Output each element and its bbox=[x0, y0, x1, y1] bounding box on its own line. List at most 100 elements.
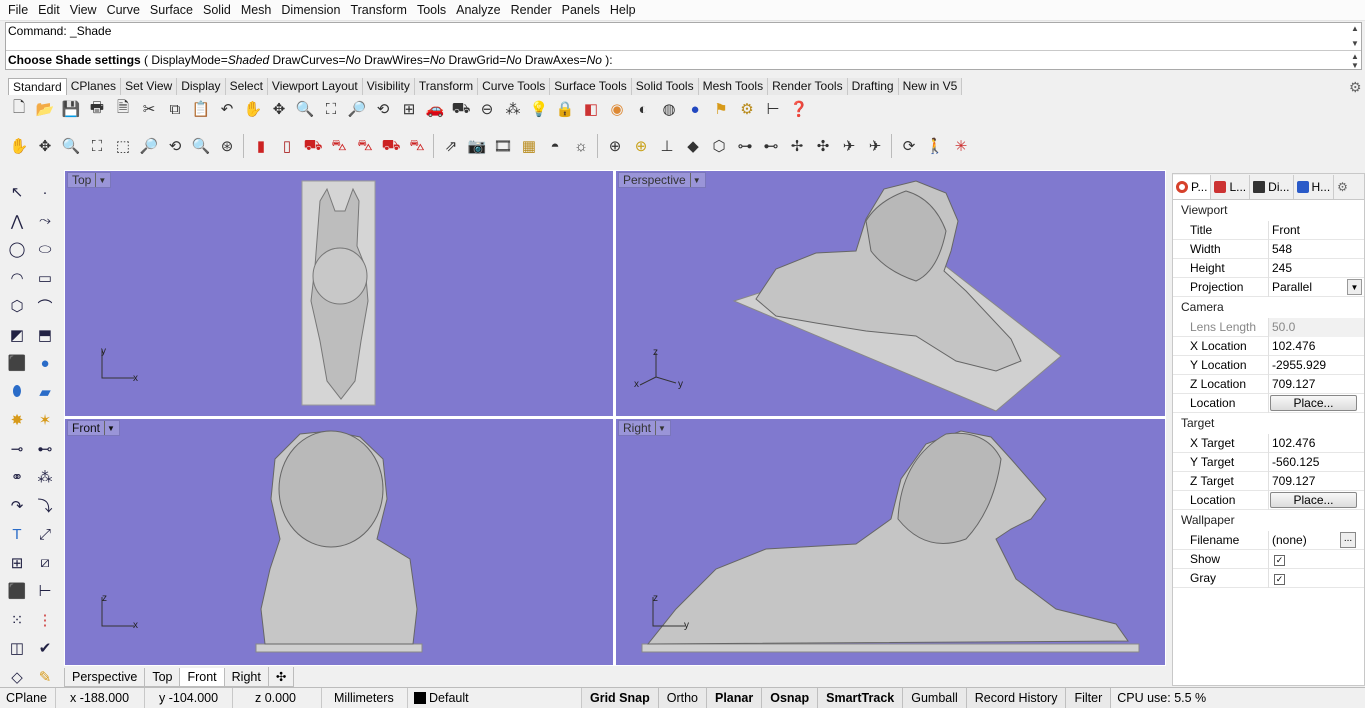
set-cplane-icon[interactable]: ⊖ bbox=[474, 96, 500, 122]
car-perspective-icon[interactable]: ⛍ bbox=[404, 133, 430, 159]
fillet-curve-icon[interactable]: ⌒ bbox=[31, 296, 59, 317]
zoom-icon[interactable]: 🔍 bbox=[58, 133, 84, 159]
zoom-1to1-icon[interactable]: ⊛ bbox=[214, 133, 240, 159]
mirror-icon[interactable]: ⧄ bbox=[31, 554, 59, 571]
lights-icon[interactable]: 💡 bbox=[526, 96, 552, 122]
toolbar-gear-icon[interactable]: ⚙ bbox=[1349, 79, 1362, 96]
clipping-icon[interactable]: ⋮ bbox=[31, 611, 59, 629]
prompt-scroll-down-icon[interactable]: ▼ bbox=[1349, 61, 1361, 70]
units[interactable]: Millimeters bbox=[322, 687, 408, 708]
panel-tab-layers[interactable]: L... bbox=[1211, 174, 1251, 199]
rendered-icon[interactable]: ● bbox=[682, 96, 708, 122]
zoom-out-icon[interactable]: 🔍 bbox=[188, 133, 214, 159]
rectangle-icon[interactable]: ▭ bbox=[31, 269, 59, 287]
plane-icon[interactable]: ✈ bbox=[836, 133, 862, 159]
menu-panels[interactable]: Panels bbox=[557, 3, 605, 17]
layer-indicator[interactable]: Default bbox=[408, 687, 582, 708]
split-icon[interactable]: ⊷ bbox=[31, 440, 59, 458]
car-front-icon[interactable]: ⛟ bbox=[300, 133, 326, 159]
pan-hand-icon[interactable]: ✋ bbox=[6, 133, 32, 159]
bookmark-red-icon[interactable]: ▮ bbox=[248, 133, 274, 159]
target-yellow-icon[interactable]: ⊕ bbox=[628, 133, 654, 159]
target-place-button[interactable]: Place... bbox=[1270, 491, 1357, 508]
named-cplanes-icon[interactable]: ⛟ bbox=[448, 96, 474, 122]
field-zloc[interactable]: 709.127 bbox=[1269, 375, 1364, 394]
curve-icon[interactable]: ⤳ bbox=[31, 212, 59, 229]
menu-help[interactable]: Help bbox=[605, 3, 641, 17]
dimension-linear-icon[interactable]: ⊢ bbox=[31, 582, 59, 600]
rotate-icon[interactable]: ✥ bbox=[32, 133, 58, 159]
bookmark-icon[interactable]: ▯ bbox=[274, 133, 300, 159]
option-drawwires-value[interactable]: No bbox=[430, 53, 445, 67]
spotlight-icon[interactable]: ☼ bbox=[568, 133, 594, 159]
pane-planar[interactable]: Planar bbox=[707, 687, 763, 708]
cplane-label[interactable]: CPlane bbox=[0, 687, 56, 708]
camera-target-icon[interactable]: ⇗ bbox=[438, 133, 464, 159]
menu-transform[interactable]: Transform bbox=[345, 3, 412, 17]
select-filter-icon[interactable]: ⚑ bbox=[708, 96, 734, 122]
named-views-icon[interactable]: 🚗 bbox=[422, 96, 448, 122]
open-file-icon[interactable]: 📂 bbox=[32, 96, 58, 122]
option-drawgrid-label[interactable]: DrawGrid= bbox=[445, 53, 507, 67]
render-mesh-icon[interactable]: ◇ bbox=[3, 668, 31, 686]
paste-icon[interactable]: 📋 bbox=[188, 96, 214, 122]
tab-select[interactable]: Select bbox=[225, 78, 268, 95]
shaded-icon[interactable]: ◍ bbox=[656, 96, 682, 122]
option-displaymode[interactable]: Shaded bbox=[228, 53, 269, 67]
tab-set-view[interactable]: Set View bbox=[121, 78, 178, 95]
box-view-icon[interactable]: ⬡ bbox=[706, 133, 732, 159]
surface-corner-icon[interactable]: ◩ bbox=[3, 326, 31, 344]
camera-icon[interactable]: 📷 bbox=[464, 133, 490, 159]
select-arrow-icon[interactable]: ↖ bbox=[3, 183, 31, 201]
menu-analyze[interactable]: Analyze bbox=[451, 3, 505, 17]
check-icon[interactable]: ✔ bbox=[31, 639, 59, 657]
tab-standard[interactable]: Standard bbox=[8, 78, 67, 95]
explode-icon[interactable]: ✸ bbox=[3, 411, 31, 429]
vp-tab-perspective[interactable]: Perspective bbox=[64, 667, 146, 687]
menu-curve[interactable]: Curve bbox=[102, 3, 145, 17]
panel-tab-help[interactable]: H... bbox=[1294, 174, 1335, 199]
tab-display[interactable]: Display bbox=[177, 78, 226, 95]
dropdown-arrow-icon[interactable]: ▼ bbox=[1347, 278, 1362, 295]
prompt-scroll-up-icon[interactable]: ▲ bbox=[1349, 52, 1361, 61]
wireframe-shade-icon[interactable]: ◐ bbox=[630, 96, 656, 122]
zoom-window-2-icon[interactable]: ⬚ bbox=[110, 133, 136, 159]
print-icon[interactable]: 🖶 bbox=[84, 96, 110, 122]
viewport-front[interactable]: Front ▼ z x bbox=[65, 419, 613, 665]
plane-2-icon[interactable]: ✈ bbox=[862, 133, 888, 159]
point-icon[interactable]: · bbox=[31, 184, 59, 201]
field-xtarget[interactable]: 102.476 bbox=[1269, 434, 1364, 453]
zoom-target-icon[interactable]: 🔎 bbox=[136, 133, 162, 159]
zoom-extents-icon[interactable]: ⛶ bbox=[318, 96, 344, 122]
options-icon[interactable]: ⚙ bbox=[734, 96, 760, 122]
dimension-icon[interactable]: ⊢ bbox=[760, 96, 786, 122]
ungroup-icon[interactable]: ⁂ bbox=[31, 468, 59, 486]
field-yloc[interactable]: -2955.929 bbox=[1269, 356, 1364, 375]
field-xloc[interactable]: 102.476 bbox=[1269, 337, 1364, 356]
array-icon[interactable]: ⊞ bbox=[3, 554, 31, 572]
render-light-icon[interactable]: ✎ bbox=[31, 668, 59, 686]
field-width[interactable]: 548 bbox=[1269, 240, 1364, 259]
pane-gumball[interactable]: Gumball bbox=[903, 687, 967, 708]
walk-icon[interactable]: 🚶 bbox=[922, 133, 948, 159]
ellipse-icon[interactable]: ⬭ bbox=[31, 241, 59, 258]
frames-icon[interactable]: ▦ bbox=[516, 133, 542, 159]
pane-filter[interactable]: Filter bbox=[1066, 687, 1112, 708]
zoom-selected-icon[interactable]: 🔎 bbox=[344, 96, 370, 122]
panel-tab-properties[interactable]: P... bbox=[1173, 174, 1212, 199]
copy-icon[interactable]: ⧉ bbox=[162, 96, 188, 122]
trim-icon[interactable]: ⊸ bbox=[3, 440, 31, 458]
cut-icon[interactable]: ✂ bbox=[136, 96, 162, 122]
boolean-icon[interactable]: ✶ bbox=[31, 411, 59, 429]
gray-checkbox[interactable]: ✓ bbox=[1274, 573, 1285, 585]
match-icon[interactable]: ⤵ bbox=[31, 495, 59, 516]
star-2-icon[interactable]: ✣ bbox=[810, 133, 836, 159]
extrude-curve-icon[interactable]: ⬒ bbox=[31, 326, 59, 344]
pane-record-history[interactable]: Record History bbox=[966, 687, 1067, 708]
vp-tab-right[interactable]: Right bbox=[223, 667, 269, 687]
lock-icon[interactable]: 🔒 bbox=[552, 96, 578, 122]
pane-osnap[interactable]: Osnap bbox=[762, 687, 819, 708]
menu-view[interactable]: View bbox=[65, 3, 102, 17]
gimbal-icon[interactable]: ⊶ bbox=[732, 133, 758, 159]
viewport-right[interactable]: Right ▼ z y bbox=[616, 419, 1165, 665]
